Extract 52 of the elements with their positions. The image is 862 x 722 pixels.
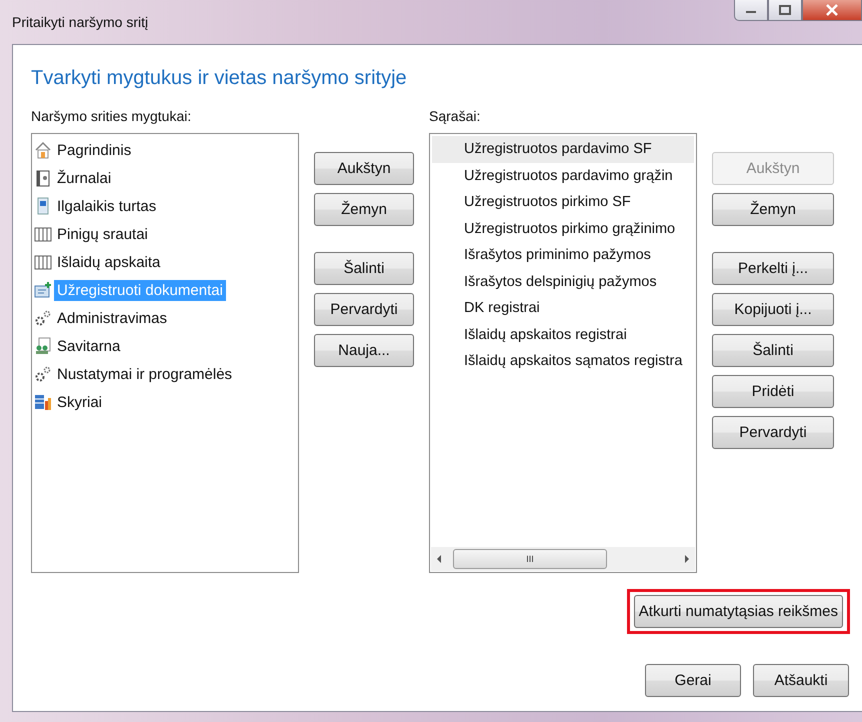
item-icon [34, 169, 52, 187]
list-item[interactable]: Užregistruotos pirkimo SF [432, 189, 694, 216]
item-icon [34, 365, 52, 383]
close-button[interactable] [802, 0, 862, 21]
action-button[interactable]: Pervardyti [314, 293, 414, 326]
item-icon [34, 253, 52, 271]
list-item[interactable]: Ilgalaikis turtas [54, 196, 160, 216]
window-title: Pritaikyti naršymo sritį [12, 14, 148, 30]
item-icon [34, 309, 52, 327]
list-item[interactable]: Užregistruotos pirkimo grąžinimo [432, 216, 694, 242]
item-icon [34, 141, 52, 159]
list-item[interactable]: Išlaidų apskaita [54, 252, 164, 272]
dialog-heading: Tvarkyti mygtukus ir vietas naršymo srityje [31, 67, 408, 90]
list-item[interactable]: Išrašytos priminimo pažymos [432, 242, 694, 268]
action-button[interactable]: Nauja... [314, 334, 414, 367]
maximize-icon [779, 5, 791, 15]
action-button[interactable]: Žemyn [712, 193, 834, 226]
maximize-button[interactable] [768, 0, 802, 21]
minimize-button[interactable] [734, 0, 768, 21]
list-item[interactable]: Užregistruotos pardavimo SF [432, 136, 694, 162]
dialog-button[interactable]: Gerai [645, 664, 741, 697]
item-icon [34, 337, 52, 355]
action-button[interactable]: Perkelti į... [712, 252, 834, 285]
list-label: Naršymo srities mygtukai: [31, 108, 192, 125]
item-icon [34, 281, 52, 299]
list-item[interactable]: Savitarna [54, 336, 124, 356]
action-button[interactable]: Kopijuoti į... [712, 293, 834, 326]
item-icon [34, 393, 52, 411]
list-item[interactable]: Žurnalai [54, 168, 114, 188]
list-item[interactable]: Administravimas [54, 308, 170, 328]
action-button[interactable]: Šalinti [712, 334, 834, 367]
list-item[interactable]: Skyriai [54, 392, 106, 412]
action-button[interactable]: Šalinti [314, 252, 414, 285]
list-item[interactable]: Išrašytos delspinigių pažymos [432, 268, 694, 295]
close-icon [825, 4, 839, 16]
list-item[interactable]: Nustatymai ir programėlės [54, 364, 236, 384]
action-button[interactable]: Pridėti [712, 375, 834, 408]
scroll-thumb[interactable]: III [453, 549, 607, 569]
list-item[interactable]: Išlaidų apskaitos sąmatos registra [432, 348, 694, 374]
action-button[interactable]: Pervardyti [712, 416, 834, 449]
dialog-button[interactable]: Atšaukti [753, 664, 849, 697]
list-label: Sąrašai: [429, 108, 482, 125]
horizontal-scrollbar[interactable]: III [431, 547, 695, 571]
reset-button[interactable]: Atkurti numatytąsias reikšmes [634, 595, 843, 628]
action-button[interactable]: Aukštyn [314, 152, 414, 185]
action-button[interactable]: Žemyn [314, 193, 414, 226]
item-icon [34, 225, 52, 243]
list-item[interactable]: Pinigų srautai [54, 224, 151, 244]
list-item[interactable]: Užregistruotos pardavimo grąžin [432, 162, 694, 189]
list-item[interactable]: Pagrindinis [54, 140, 134, 160]
list-item[interactable]: Išlaidų apskaitos registrai [432, 322, 694, 348]
list-item[interactable]: DK registrai [432, 295, 694, 322]
